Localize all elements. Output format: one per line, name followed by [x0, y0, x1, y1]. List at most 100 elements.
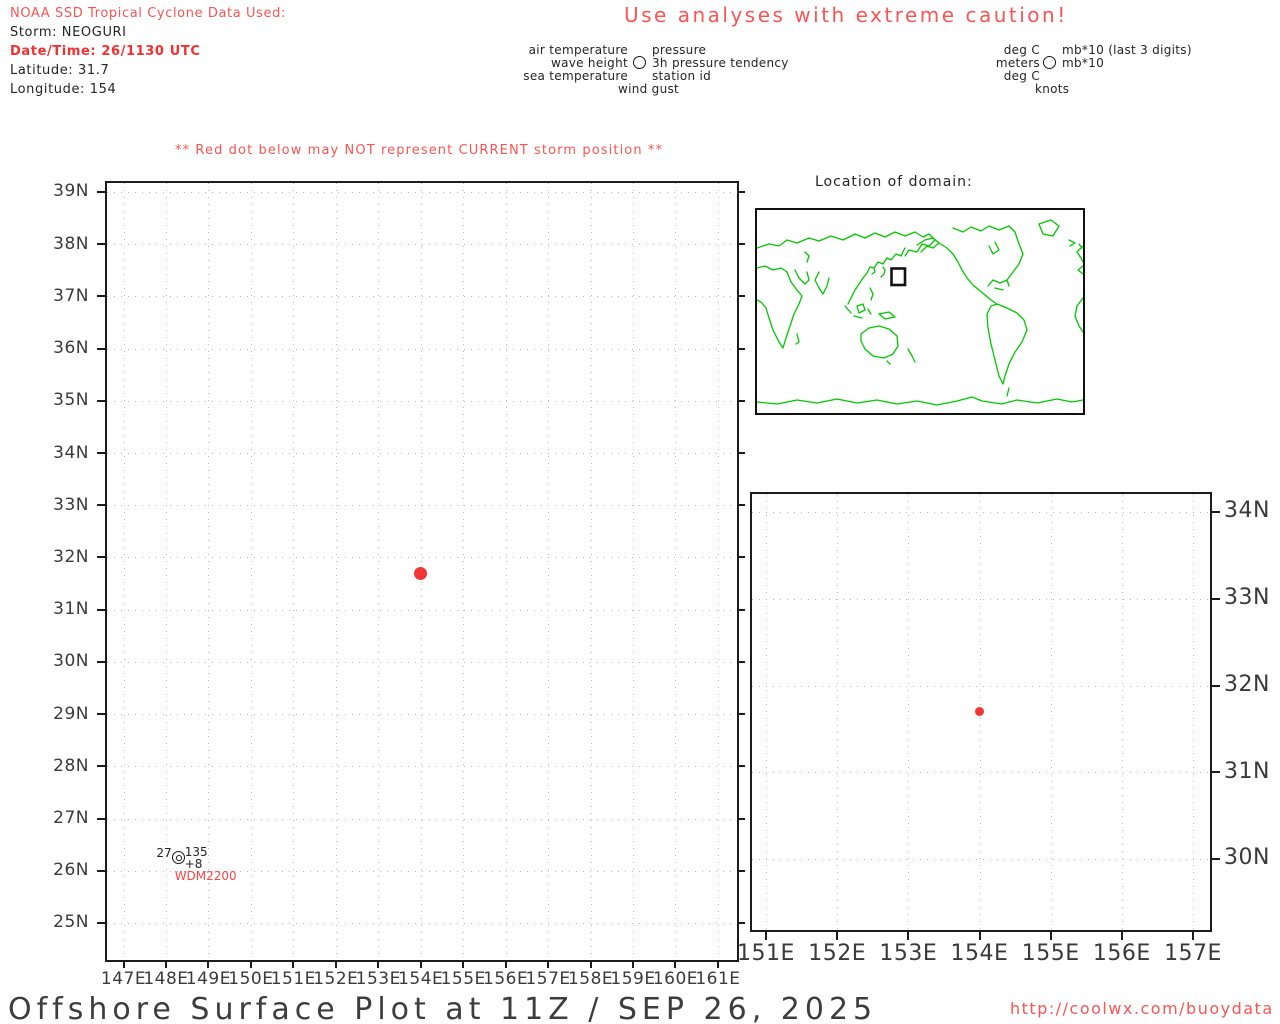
latitude-gridline [752, 685, 1210, 687]
lon-tick-bottom [292, 960, 295, 968]
units-pressure-tendency: mb*10 [1062, 56, 1105, 70]
legend-sea-temperature: sea temperature [523, 69, 628, 83]
lat-tick-left [97, 191, 105, 193]
longitude-gridline [463, 183, 465, 960]
source-url-link[interactable]: http://coolwx.com/buoydata [1010, 999, 1274, 1018]
lat-tick-left [97, 765, 105, 768]
latitude-gridline [107, 505, 737, 507]
lat-tick-label: 30N [53, 651, 89, 672]
units-pressure: mb*10 (last 3 digits) [1062, 43, 1192, 57]
lon-tick-bottom [164, 960, 167, 968]
lat-tick-left [97, 504, 105, 507]
storm-longitude-line: Longitude: 154 [10, 82, 117, 97]
lon-tick-bottom [1120, 930, 1123, 940]
lat-tick-left [97, 347, 105, 350]
latitude-gridline [107, 348, 737, 350]
lon-tick-label: 154E [950, 941, 1009, 966]
lat-tick-right [737, 713, 745, 716]
lat-tick-right [737, 608, 745, 611]
longitude-gridline [335, 183, 337, 960]
lat-tick-label: 33N [1224, 585, 1270, 611]
lat-tick-left [97, 817, 105, 820]
lat-tick-right [1210, 511, 1220, 513]
longitude-gridline [717, 183, 719, 960]
noaa-source-line: NOAA SSD Tropical Cyclone Data Used: [10, 6, 286, 21]
lon-tick-bottom [334, 960, 337, 968]
lat-tick-right [737, 243, 745, 246]
lat-tick-label: 39N [53, 181, 89, 202]
latitude-gridline [107, 661, 737, 663]
lon-tick-label: 155E [1021, 941, 1080, 966]
latitude-gridline [107, 296, 737, 298]
units-wave-height: meters [995, 56, 1040, 70]
lon-tick-bottom [419, 960, 422, 968]
longitude-gridline [590, 183, 592, 960]
longitude-gridline [293, 183, 295, 960]
legend-wave-height: wave height [550, 56, 628, 70]
latitude-gridline [107, 400, 737, 402]
lat-tick-left [97, 452, 105, 455]
lon-tick-bottom [504, 960, 507, 968]
lon-tick-label: 157E [1164, 941, 1222, 966]
lat-tick-label: 32N [53, 546, 89, 567]
lat-tick-label: 29N [53, 703, 89, 724]
station-circle-units-icon [1043, 56, 1056, 69]
latitude-gridline [107, 922, 737, 924]
world-coastlines [756, 219, 1084, 406]
lat-tick-right [1210, 771, 1220, 774]
longitude-gridline [208, 183, 210, 960]
inset-label: Location of domain: [815, 174, 973, 190]
legend-wind-gust: wind gust [618, 82, 680, 96]
storm-name-line: Storm: NEOGURI [10, 25, 127, 40]
storm-position-dot [414, 566, 428, 580]
lon-tick-bottom [377, 960, 380, 968]
longitude-gridline [633, 183, 635, 960]
lat-tick-right [737, 504, 745, 507]
lon-tick-label: 152E [808, 941, 867, 966]
lat-tick-label: 26N [53, 860, 89, 881]
legend-pressure-tendency: 3h pressure tendency [652, 56, 789, 70]
latitude-gridline [752, 772, 1210, 774]
lon-tick-bottom [462, 960, 465, 968]
domain-zoom-panel: 34N 33N 32N 31N 30N 151E 152E 153E 154E 155E 156E 1… [737, 492, 1269, 966]
station-circle-icon [633, 56, 646, 69]
lon-tick-label: 151E [737, 941, 795, 966]
longitude-gridline [165, 183, 167, 960]
longitude-gridline [766, 494, 767, 930]
latitude-gridline [107, 244, 737, 246]
units-wind-gust: knots [1035, 82, 1070, 96]
longitude-gridline [378, 183, 380, 960]
storm-latitude-line: Latitude: 31.7 [10, 63, 110, 78]
lat-tick-left [97, 399, 105, 402]
lat-tick-left [97, 921, 105, 924]
lon-tick-label: 161E [695, 969, 741, 989]
lat-tick-left [97, 660, 105, 663]
lat-tick-right [737, 295, 745, 298]
lat-tick-right [1210, 684, 1220, 687]
lon-tick-bottom [836, 930, 839, 940]
longitude-gridline [548, 183, 550, 960]
lat-tick-right [737, 191, 745, 193]
legend-station-id: station id [652, 69, 712, 83]
latitude-gridline [107, 557, 737, 559]
lat-tick-label: 34N [1224, 498, 1270, 524]
lat-tick-right [1210, 858, 1220, 860]
lat-tick-label: 33N [53, 494, 89, 515]
longitude-gridline [1193, 494, 1195, 930]
lon-tick-bottom [589, 960, 592, 968]
latitude-gridline [107, 818, 737, 820]
main-map-panel: 39N 38N 37N 36N 35N 34N 33N 32N 31N 30N 29N 28N 27N 2… [53, 181, 745, 989]
lat-tick-label: 25N [53, 912, 89, 933]
lat-tick-right [737, 556, 745, 559]
legend-air-temperature: air temperature [528, 43, 628, 57]
latitude-gridline [752, 512, 1210, 513]
world-map-inset [755, 208, 1085, 415]
lat-tick-label: 30N [1224, 845, 1270, 871]
latitude-gridline [107, 192, 737, 193]
latitude-gridline [107, 609, 737, 611]
lon-tick-bottom [978, 930, 981, 940]
lat-tick-label: 27N [53, 807, 89, 828]
caution-headline: Use analyses with extreme caution! [624, 3, 1068, 27]
longitude-gridline [505, 183, 507, 960]
lat-tick-left [97, 556, 105, 559]
